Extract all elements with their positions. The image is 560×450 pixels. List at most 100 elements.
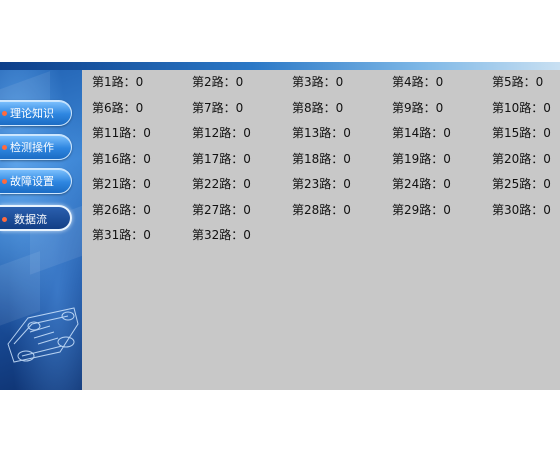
channel-value: 0	[543, 177, 551, 191]
channel-value: 0	[535, 75, 544, 89]
channel-value: 0	[243, 126, 251, 140]
separator: ：	[231, 126, 244, 140]
separator: ：	[331, 151, 344, 166]
separator: ：	[523, 75, 536, 89]
channel-value: 0	[143, 202, 151, 217]
channel-label: 第6路	[92, 100, 124, 115]
channel-readout: 第4路：0	[392, 72, 492, 92]
channel-value: 0	[443, 202, 451, 217]
channel-readout: 第18路：0	[292, 149, 392, 169]
sidebar-item-label: 故障设置	[10, 175, 54, 188]
channel-label: 第30路	[492, 202, 532, 217]
channel-value: 0	[343, 177, 351, 191]
channel-readout: 第14路：0	[392, 123, 492, 143]
channel-value: 0	[435, 75, 444, 89]
channel-readout: 第6路：0	[92, 98, 192, 118]
sidebar-item-theory[interactable]: 理论知识	[0, 100, 72, 126]
channel-value: 0	[143, 177, 151, 191]
channel-label: 第7路	[192, 100, 224, 115]
channel-value: 0	[135, 100, 144, 115]
channel-value: 0	[143, 151, 151, 166]
channel-readout: 第26路：0	[92, 200, 192, 220]
channel-value: 0	[443, 151, 451, 166]
channel-readout: 第17路：0	[192, 149, 292, 169]
separator: ：	[431, 151, 444, 166]
channel-label: 第10路	[492, 100, 532, 115]
channel-label: 第20路	[492, 151, 532, 166]
channel-readout: 第19路：0	[392, 149, 492, 169]
channel-label: 第27路	[192, 202, 232, 217]
channel-readout: 第24路：0	[392, 174, 492, 194]
channel-value: 0	[243, 177, 251, 191]
channel-readout: 第1路：0	[92, 72, 192, 92]
channel-value: 0	[143, 126, 151, 140]
channel-value: 0	[543, 202, 551, 217]
channel-label: 第25路	[492, 177, 532, 191]
channel-value: 0	[235, 100, 244, 115]
sidebar-item-label: 数据流	[14, 213, 47, 226]
channel-readout: 第16路：0	[92, 149, 192, 169]
channel-value: 0	[343, 151, 351, 166]
channel-label: 第14路	[392, 126, 432, 140]
sidebar: 理论知识 检测操作 故障设置 数据流	[0, 62, 82, 390]
channel-value: 0	[543, 100, 551, 115]
sidebar-item-data-stream[interactable]: 数据流	[0, 205, 72, 231]
separator: ：	[131, 228, 144, 242]
sidebar-item-label: 检测操作	[10, 141, 54, 154]
channel-label: 第28路	[292, 202, 332, 217]
separator: ：	[131, 202, 144, 217]
separator: ：	[431, 202, 444, 217]
separator: ：	[231, 228, 244, 242]
channel-label: 第13路	[292, 126, 332, 140]
separator: ：	[331, 202, 344, 217]
channel-value: 0	[143, 228, 151, 242]
separator: ：	[331, 126, 344, 140]
separator: ：	[123, 75, 136, 89]
sidebar-item-inspection[interactable]: 检测操作	[0, 134, 72, 160]
separator: ：	[531, 202, 544, 217]
channel-value: 0	[443, 126, 451, 140]
separator: ：	[531, 100, 544, 115]
channel-label: 第24路	[392, 177, 432, 191]
channel-label: 第31路	[92, 228, 132, 242]
channel-value: 0	[443, 177, 451, 191]
channel-readout: 第11路：0	[92, 123, 192, 143]
channel-readout: 第28路：0	[292, 200, 392, 220]
channel-readout: 第15路：0	[492, 123, 560, 143]
channel-value: 0	[243, 202, 251, 217]
channel-label: 第22路	[192, 177, 232, 191]
channel-readout: 第32路：0	[192, 225, 292, 245]
channel-readout: 第5路：0	[492, 72, 560, 92]
channel-value: 0	[135, 75, 144, 89]
separator: ：	[423, 100, 436, 115]
separator: ：	[231, 202, 244, 217]
separator: ：	[531, 126, 544, 140]
separator: ：	[531, 177, 544, 191]
channel-label: 第29路	[392, 202, 432, 217]
channel-readout: 第29路：0	[392, 200, 492, 220]
separator: ：	[431, 126, 444, 140]
channel-label: 第19路	[392, 151, 432, 166]
bullet-icon	[2, 111, 7, 116]
channel-label: 第18路	[292, 151, 332, 166]
channel-readout: 第22路：0	[192, 174, 292, 194]
channel-value: 0	[335, 100, 344, 115]
channel-label: 第23路	[292, 177, 332, 191]
bullet-icon	[2, 217, 7, 222]
channel-readout: 第12路：0	[192, 123, 292, 143]
channel-value: 0	[435, 100, 444, 115]
channel-label: 第5路	[492, 75, 524, 89]
channel-label: 第2路	[192, 75, 224, 89]
car-chassis-icon	[7, 307, 79, 363]
separator: ：	[231, 177, 244, 191]
separator: ：	[123, 100, 136, 115]
channel-value: 0	[543, 126, 551, 140]
channel-value: 0	[543, 151, 551, 166]
channel-value: 0	[235, 75, 244, 89]
channel-value: 0	[335, 75, 344, 89]
channel-readout: 第13路：0	[292, 123, 392, 143]
bullet-icon	[2, 145, 7, 150]
separator: ：	[323, 100, 336, 115]
channel-readout: 第27路：0	[192, 200, 292, 220]
sidebar-item-fault-setup[interactable]: 故障设置	[0, 168, 72, 194]
